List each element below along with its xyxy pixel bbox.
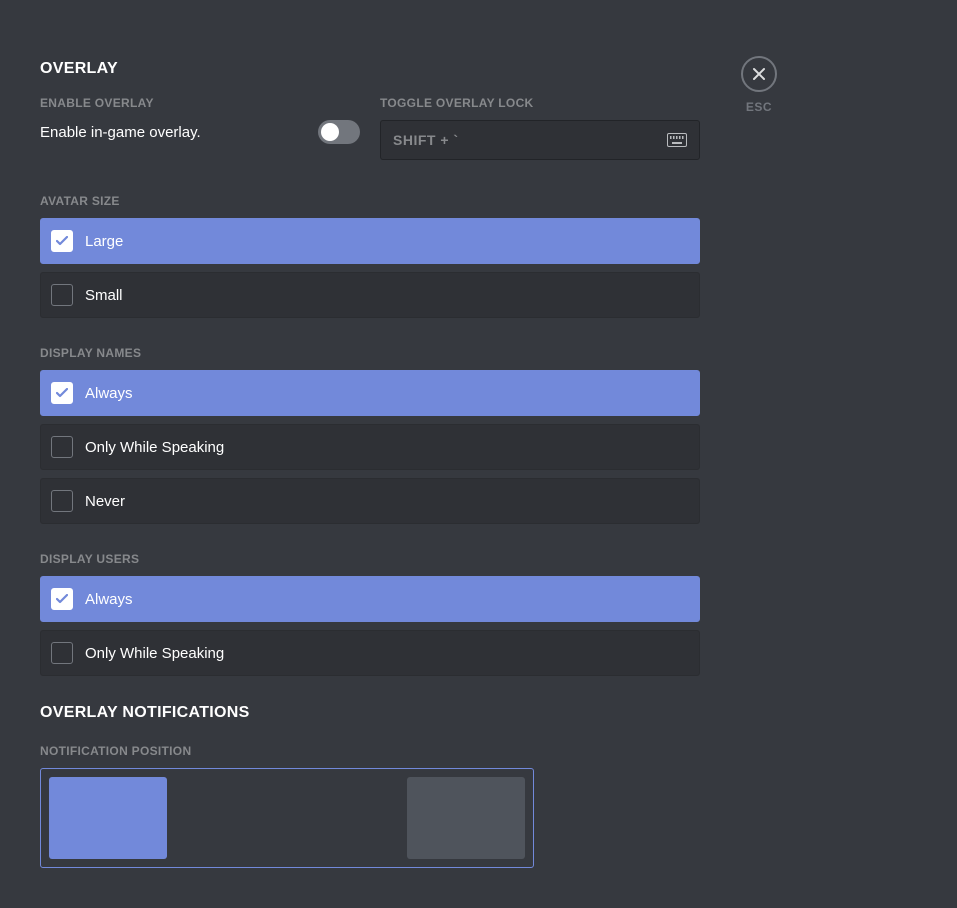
enable-overlay-label: ENABLE OVERLAY (40, 96, 360, 110)
display-names-option-speaking[interactable]: Only While Speaking (40, 424, 700, 470)
checkbox (51, 230, 73, 252)
display-names-option-always[interactable]: Always (40, 370, 700, 416)
close-icon (751, 66, 767, 82)
avatar-size-option-small[interactable]: Small (40, 272, 700, 318)
display-users-option-always[interactable]: Always (40, 576, 700, 622)
notification-position-label: NOTIFICATION POSITION (40, 744, 700, 758)
hotkey-value: SHIFT + ` (393, 132, 459, 148)
esc-label: ESC (746, 100, 772, 114)
display-users-option-speaking[interactable]: Only While Speaking (40, 630, 700, 676)
checkbox (51, 490, 73, 512)
checkbox (51, 642, 73, 664)
option-label: Only While Speaking (85, 439, 224, 456)
notification-position-picker (40, 768, 534, 868)
option-label: Small (85, 287, 123, 304)
display-users-label: DISPLAY USERS (40, 552, 700, 566)
overlay-notifications-title: OVERLAY NOTIFICATIONS (40, 704, 700, 722)
display-names-option-never[interactable]: Never (40, 478, 700, 524)
enable-overlay-text: Enable in-game overlay. (40, 124, 201, 141)
keyboard-icon (667, 133, 687, 147)
enable-overlay-toggle[interactable] (318, 120, 360, 144)
close-button[interactable] (741, 56, 777, 92)
checkmark-icon (56, 388, 68, 398)
hotkey-input[interactable]: SHIFT + ` (380, 120, 700, 160)
checkbox (51, 436, 73, 458)
checkbox (51, 284, 73, 306)
position-top-right[interactable] (407, 777, 525, 859)
option-label: Always (85, 385, 133, 402)
checkbox (51, 382, 73, 404)
checkmark-icon (56, 594, 68, 604)
checkbox (51, 588, 73, 610)
avatar-size-option-large[interactable]: Large (40, 218, 700, 264)
option-label: Never (85, 493, 125, 510)
page-title: OVERLAY (40, 60, 700, 78)
avatar-size-label: AVATAR SIZE (40, 194, 700, 208)
display-names-label: DISPLAY NAMES (40, 346, 700, 360)
toggle-overlay-lock-label: TOGGLE OVERLAY LOCK (380, 96, 700, 110)
option-label: Large (85, 233, 123, 250)
option-label: Always (85, 591, 133, 608)
position-top-left[interactable] (49, 777, 167, 859)
toggle-knob (321, 123, 339, 141)
checkmark-icon (56, 236, 68, 246)
option-label: Only While Speaking (85, 645, 224, 662)
